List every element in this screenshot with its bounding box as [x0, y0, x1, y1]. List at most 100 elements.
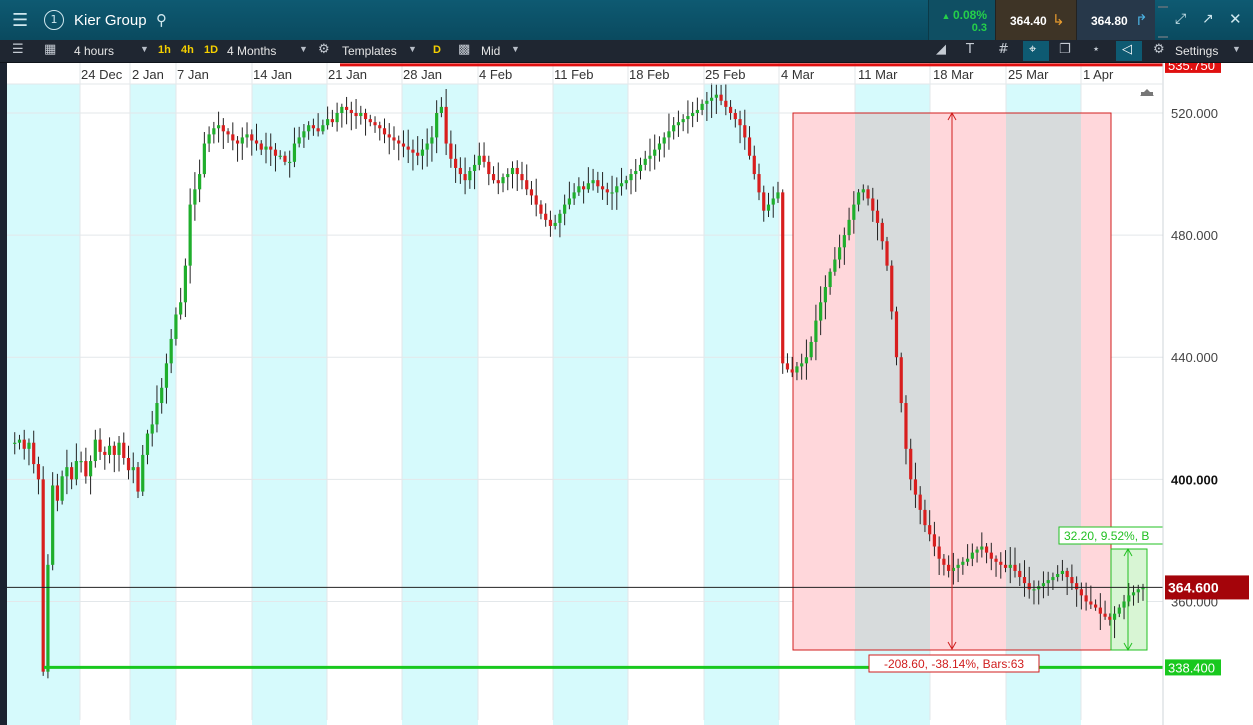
- candle-body: [710, 97, 714, 101]
- candle-body: [397, 140, 401, 144]
- candle-body: [932, 534, 937, 547]
- indicator-icon[interactable]: ⋆: [1092, 42, 1100, 57]
- candle-body: [600, 186, 605, 190]
- candle-body: [1079, 589, 1083, 596]
- candle-body: [174, 314, 178, 339]
- candle-body: [491, 174, 496, 181]
- x-tick-label: 4 Feb: [479, 67, 512, 82]
- candle-body: [714, 94, 718, 98]
- candle-body: [70, 467, 74, 480]
- measure-small-label: 32.20, 9.52%, B: [1064, 529, 1149, 543]
- candle-body: [823, 287, 827, 303]
- x-tick-label: 7 Jan: [177, 67, 209, 82]
- layout-icon[interactable]: ▦: [44, 42, 56, 57]
- sell-button[interactable]: 364.40 ↳: [995, 0, 1076, 40]
- instrument-title[interactable]: Kier Group: [74, 12, 147, 29]
- candle-body: [359, 113, 363, 117]
- popout-icon[interactable]: ↗: [1202, 11, 1214, 27]
- candle-body: [439, 106, 443, 113]
- duplicate-icon[interactable]: ❐: [1059, 42, 1071, 57]
- interval-1h[interactable]: 1h: [158, 44, 171, 56]
- price-chart[interactable]: -208.60, -38.14%, Bars:63 32.20, 9.52%, B…: [0, 63, 1253, 725]
- arrow-down-icon: ↳: [1052, 11, 1065, 29]
- candle-body: [420, 149, 425, 156]
- candle-body: [401, 143, 406, 147]
- interval-1d[interactable]: 1D: [204, 44, 218, 56]
- range-select[interactable]: 4 Months: [227, 44, 276, 58]
- candle-body: [856, 192, 861, 205]
- text-tool-icon[interactable]: T: [966, 42, 974, 57]
- buy-button[interactable]: 364.80 ↱: [1076, 0, 1155, 40]
- candle-body: [705, 100, 709, 104]
- candle-body: [781, 192, 785, 364]
- candle-body: [88, 461, 93, 477]
- candle-body: [1065, 570, 1069, 578]
- interval-4h[interactable]: 4h: [181, 44, 194, 56]
- draw-line-icon[interactable]: ◢: [936, 42, 946, 57]
- chevron-down-icon[interactable]: ▼: [299, 44, 308, 54]
- settings-button[interactable]: Settings: [1175, 44, 1218, 58]
- candle-body: [17, 439, 22, 443]
- crosshair-icon[interactable]: ⌖: [1029, 42, 1036, 57]
- candle-body: [743, 125, 747, 138]
- x-tick-label: 11 Mar: [858, 67, 898, 82]
- candle-body: [226, 131, 230, 135]
- candle-body: [302, 131, 306, 138]
- weekend-shade: [855, 113, 930, 650]
- candle-body: [838, 247, 842, 260]
- tag-icon[interactable]: ◁: [1122, 42, 1132, 57]
- candle-body: [212, 128, 216, 135]
- interval-select[interactable]: 4 hours: [74, 44, 114, 58]
- candle-body: [41, 479, 45, 672]
- candle-body: [833, 259, 837, 272]
- drag-handle-icon[interactable]: [1158, 6, 1168, 38]
- candle-body: [340, 106, 344, 113]
- expand-icon[interactable]: ⤢: [1175, 11, 1186, 27]
- chevron-down-icon[interactable]: ▼: [1232, 44, 1241, 54]
- candle-body: [288, 161, 292, 164]
- search-icon[interactable]: ⚲: [156, 11, 167, 29]
- candle-body: [392, 137, 396, 141]
- templates-select[interactable]: Templates: [342, 44, 397, 58]
- candles-icon[interactable]: ▩: [458, 42, 470, 57]
- candle-body: [634, 171, 638, 175]
- list-icon[interactable]: ☰: [12, 42, 24, 57]
- candle-body: [330, 119, 334, 123]
- candle-body: [866, 189, 870, 199]
- candle-body: [416, 152, 420, 156]
- candle-body: [548, 219, 553, 226]
- candle-body: [382, 128, 387, 135]
- templates-icon[interactable]: ⚙: [318, 42, 330, 57]
- chevron-down-icon[interactable]: ▼: [140, 44, 149, 54]
- candle-body: [695, 109, 699, 113]
- candle-body: [809, 341, 813, 358]
- y-tick-label: 480.000: [1171, 228, 1218, 243]
- candle-body: [529, 189, 534, 196]
- candle-body: [316, 128, 320, 132]
- gear-icon[interactable]: ⚙: [1153, 42, 1165, 57]
- top-bar: ☰ 1 Kier Group ⚲ ▲ 0.08% 0.3 364.40 ↳ 36…: [0, 0, 1253, 41]
- d-button[interactable]: D: [433, 44, 441, 56]
- close-icon[interactable]: ✕: [1229, 10, 1242, 28]
- candle-body: [250, 134, 254, 141]
- candle-body: [615, 186, 619, 193]
- candle-body: [1022, 577, 1027, 584]
- candle-body: [738, 119, 742, 126]
- chart-area[interactable]: -208.60, -38.14%, Bars:63 32.20, 9.52%, B…: [0, 63, 1253, 725]
- candle-body: [828, 271, 832, 288]
- candle-body: [36, 464, 41, 480]
- candle-body: [871, 198, 875, 211]
- candle-body: [1041, 583, 1046, 587]
- price-type-select[interactable]: Mid: [481, 44, 500, 58]
- grid-icon[interactable]: #: [998, 42, 1009, 57]
- resistance-price-label: 535.750: [1168, 63, 1215, 73]
- candle-body: [909, 448, 913, 480]
- candle-body: [947, 564, 951, 571]
- chevron-down-icon[interactable]: ▼: [408, 44, 417, 54]
- info-circle-icon[interactable]: 1: [44, 10, 64, 30]
- chevron-down-icon[interactable]: ▼: [511, 44, 520, 54]
- hamburger-icon[interactable]: ☰: [12, 10, 28, 31]
- candle-body: [311, 125, 315, 129]
- home-marker-icon: [1141, 92, 1153, 96]
- candle-body: [321, 125, 325, 132]
